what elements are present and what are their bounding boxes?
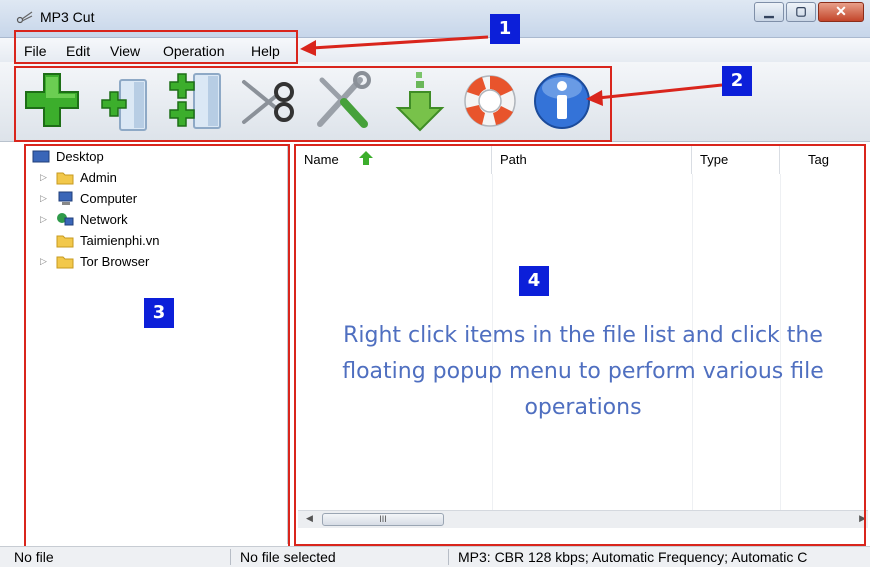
status-bar: No file No file selected MP3: CBR 128 kb… (0, 546, 870, 567)
annotation-badge-2: 2 (722, 66, 752, 96)
maximize-icon: ▢ (795, 4, 807, 18)
annotation-box-tree (24, 144, 290, 548)
status-file: No file (14, 549, 54, 565)
window-title: MP3 Cut (40, 9, 95, 25)
annotation-box-menu (14, 30, 298, 64)
annotation-badge-3: 3 (144, 298, 174, 328)
annotation-box-toolbar (14, 66, 612, 142)
status-divider (230, 549, 231, 565)
close-button[interactable]: ✕ (818, 2, 864, 22)
minimize-button[interactable]: ▁ (754, 2, 784, 22)
close-icon: ✕ (835, 3, 847, 19)
status-audio-format: MP3: CBR 128 kbps; Automatic Frequency; … (458, 549, 808, 565)
annotation-box-file-list (294, 144, 866, 546)
annotation-badge-1: 1 (490, 14, 520, 44)
status-divider (448, 549, 449, 565)
status-selection: No file selected (240, 549, 336, 565)
scissors-app-icon (16, 11, 33, 24)
minimize-icon: ▁ (764, 4, 774, 18)
maximize-button[interactable]: ▢ (786, 2, 816, 22)
annotation-badge-4: 4 (519, 266, 549, 296)
